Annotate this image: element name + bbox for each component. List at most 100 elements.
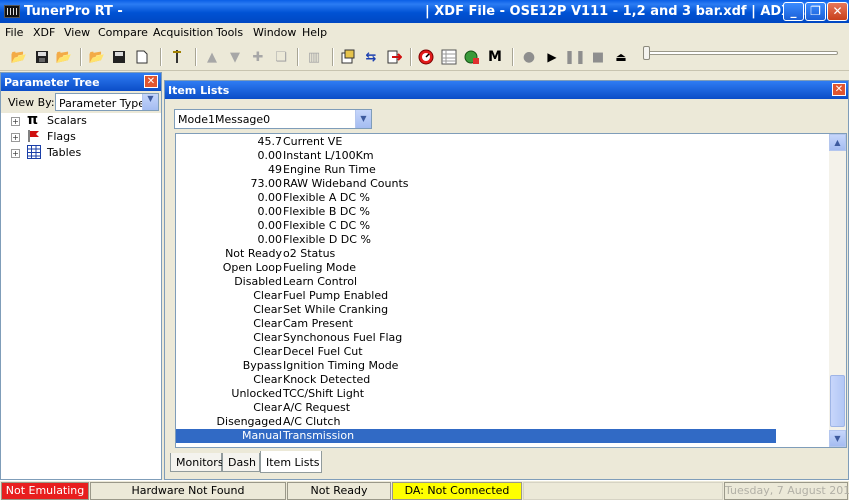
item-name: Cam Present [283,317,353,330]
record-icon[interactable]: ● [520,48,538,66]
arrow-down-icon[interactable]: ▼ [226,48,244,66]
item-list-selector[interactable]: Mode1Message0 ▼ [174,109,372,129]
open-xdf-icon[interactable]: 📂 [55,48,73,66]
minimize-button[interactable]: _ [783,2,804,21]
list-item[interactable]: Not Ready o2 Status [176,247,776,261]
list-item[interactable]: Disabled Learn Control [176,275,776,289]
list-item[interactable]: Clear Cam Present [176,317,776,331]
item-value: Unlocked [231,387,282,400]
item-value: Manual [242,429,282,442]
list-item[interactable]: 45.7 Current VE [176,135,776,149]
list-item[interactable]: 0.00 Flexible A DC % [176,191,776,205]
mode-m-icon[interactable]: M [486,48,504,66]
list-item[interactable]: Clear Set While Cranking [176,303,776,317]
save-adx-icon[interactable] [110,48,128,66]
arrow-up-icon[interactable]: ▲ [203,48,221,66]
stop-icon[interactable]: ■ [589,48,607,66]
vertical-scrollbar[interactable]: ▲ ▼ [829,134,846,447]
status-panel-empty [523,482,723,500]
flag-icon [27,129,43,145]
title-bar: TunerPro RT - | XDF File - OSE12P V111 -… [0,0,849,23]
xdf-properties-icon[interactable] [339,48,357,66]
play-icon[interactable]: ▶ [543,48,561,66]
copy-icon[interactable]: ❏ [272,48,290,66]
item-name: Flexible A DC % [283,191,370,204]
history-icon[interactable] [463,48,481,66]
compare-icon[interactable] [385,48,403,66]
list-item[interactable]: 73.00 RAW Wideband Counts [176,177,776,191]
list-item[interactable]: Bypass Ignition Timing Mode [176,359,776,373]
restore-button[interactable]: ❐ [805,2,826,21]
gauge-icon[interactable] [417,48,435,66]
list-item[interactable]: Open Loop Fueling Mode [176,261,776,275]
tab-monitors[interactable]: Monitors [170,453,224,472]
list-item[interactable]: Clear A/C Request [176,401,776,415]
item-name: o2 Status [283,247,336,260]
scroll-down-button[interactable]: ▼ [829,430,846,447]
expand-icon[interactable]: + [11,133,20,142]
tab-dash[interactable]: Dash [222,453,260,472]
list-item[interactable]: 0.00 Flexible B DC % [176,205,776,219]
pause-icon[interactable]: ❚❚ [564,48,586,66]
toolbar-separator [410,48,412,66]
list-item[interactable]: Disengaged A/C Clutch [176,415,776,429]
menu-tools[interactable]: Tools [216,26,243,39]
app-icon[interactable] [4,5,20,18]
item-list[interactable]: 45.7 Current VE 0.00 Instant L/100Km 49 Engin… [175,133,847,448]
item-value: Disengaged [216,415,282,428]
list-item[interactable]: Clear Fuel Pump Enabled [176,289,776,303]
menu-compare[interactable]: Compare [98,26,148,39]
view-by-select[interactable]: Parameter Type ▼ [55,93,159,111]
list-item[interactable]: Clear Synchonous Fuel Flag [176,331,776,345]
scroll-up-button[interactable]: ▲ [829,134,846,151]
menu-file[interactable]: File [5,26,23,39]
list-item[interactable]: Manual Transmission [176,429,776,443]
menu-view[interactable]: View [64,26,90,39]
open-icon[interactable]: 📂 [10,48,28,66]
emulation-status: Not Emulating [1,482,89,500]
parameter-tree-close-button[interactable]: ✕ [144,75,158,88]
parameter-tree-title: Parameter Tree [1,73,161,91]
close-button[interactable]: ✕ [827,2,848,21]
list-item[interactable]: 0.00 Instant L/100Km [176,149,776,163]
open-adx-icon[interactable]: 📂 [88,48,106,66]
bookmark-icon[interactable]: ✚ [249,48,267,66]
list-item[interactable]: Clear Knock Detected [176,373,776,387]
scroll-thumb[interactable] [830,375,845,427]
chip-tool-icon[interactable] [168,48,186,66]
table-view-icon[interactable] [440,48,458,66]
list-item[interactable]: 0.00 Flexible D DC % [176,233,776,247]
list-item[interactable]: 49 Engine Run Time [176,163,776,177]
menu-xdf[interactable]: XDF [33,26,55,39]
list-item[interactable]: Unlocked TCC/Shift Light [176,387,776,401]
item-name: Set While Cranking [283,303,389,316]
toolbar-separator [512,48,514,66]
item-value: 45.7 [257,135,283,148]
item-lists-close-button[interactable]: ✕ [832,83,846,96]
chip-icon[interactable]: ▥ [305,48,323,66]
item-name: A/C Clutch [283,415,341,428]
item-name: Transmission [283,429,355,442]
eject-icon[interactable]: ⏏ [612,48,630,66]
expand-icon[interactable]: + [11,149,20,158]
swap-arrows-icon[interactable]: ⇆ [362,48,380,66]
menu-acquisition[interactable]: Acquisition [153,26,213,39]
item-name: Flexible D DC % [283,233,371,246]
tree-item-label: Scalars [47,114,87,127]
item-name: Fueling Mode [283,261,356,274]
menu-window[interactable]: Window [253,26,296,39]
save-icon[interactable] [33,48,51,66]
item-name: Ignition Timing Mode [283,359,399,372]
list-item[interactable]: Clear Decel Fuel Cut [176,345,776,359]
list-item[interactable]: 0.00 Flexible C DC % [176,219,776,233]
playback-slider-track[interactable] [645,51,838,55]
item-value: 73.00 [250,177,283,190]
new-document-icon[interactable] [133,48,151,66]
playback-slider-thumb[interactable] [643,46,650,60]
chevron-down-icon[interactable]: ▼ [142,94,158,110]
chevron-down-icon[interactable]: ▼ [355,110,371,128]
expand-icon[interactable]: + [11,117,20,126]
tab-item-lists[interactable]: Item Lists [260,451,322,473]
item-lists-title: Item Lists [165,81,848,99]
menu-help[interactable]: Help [302,26,327,39]
